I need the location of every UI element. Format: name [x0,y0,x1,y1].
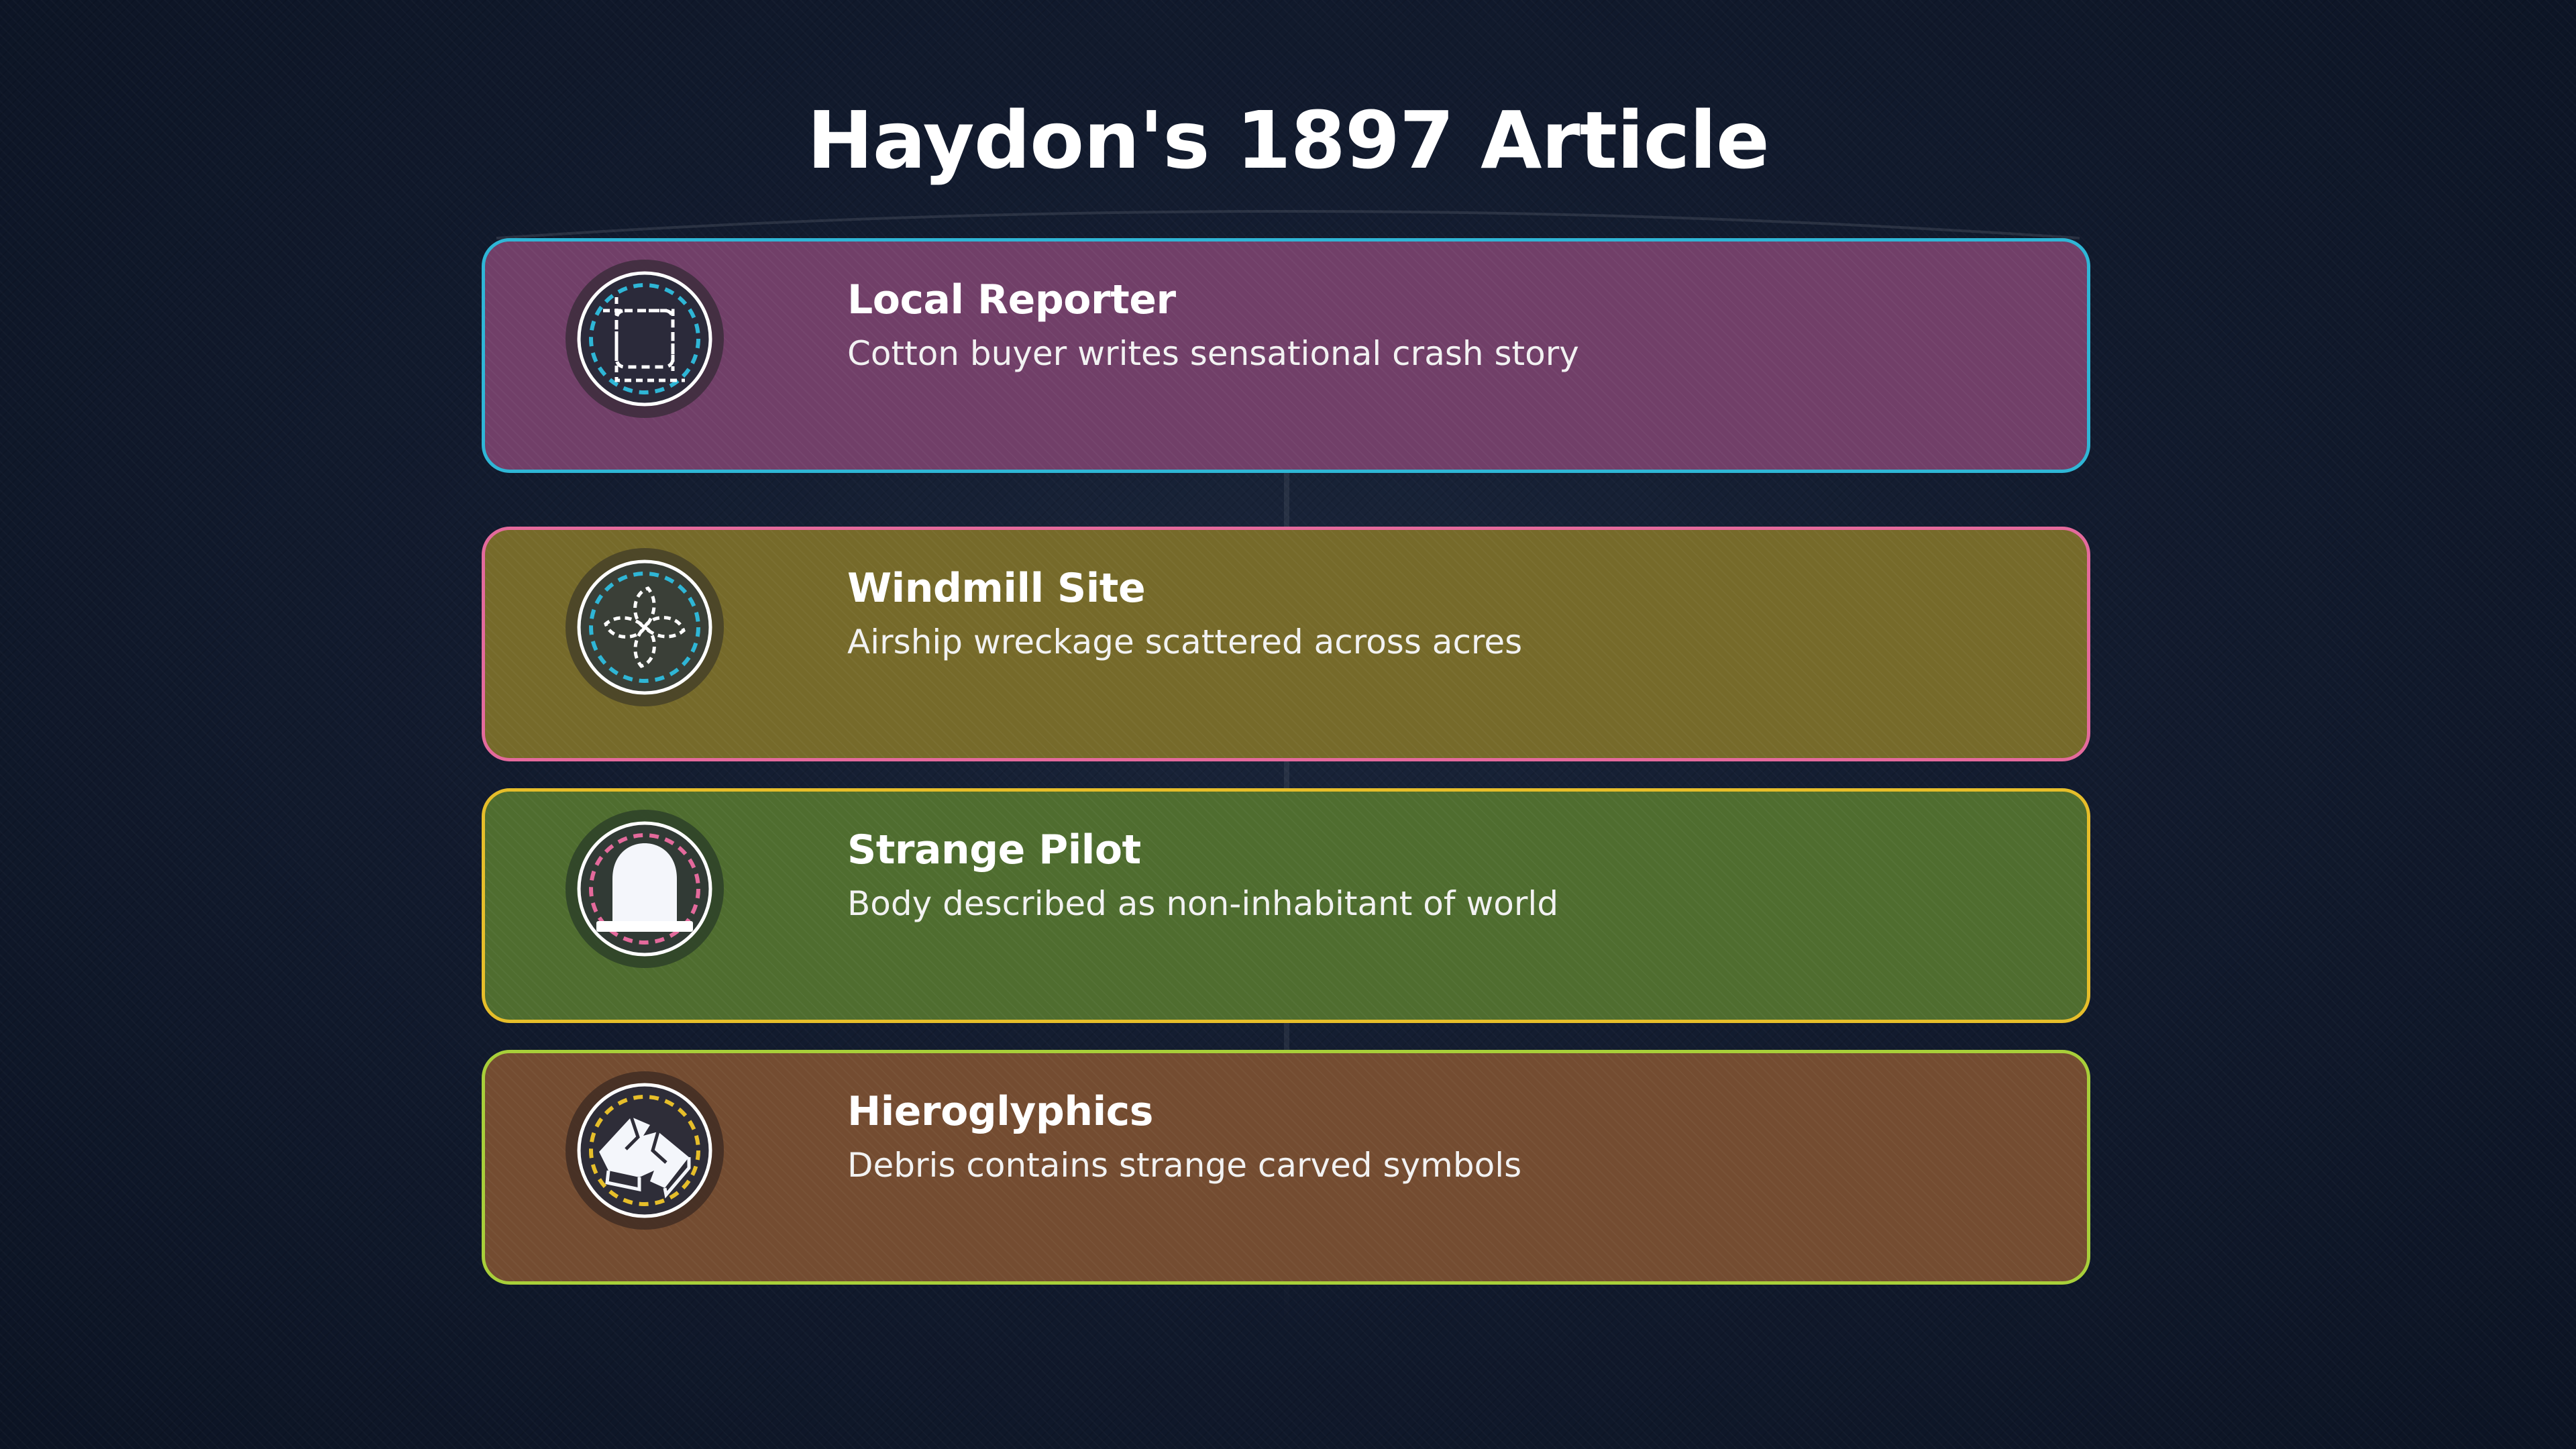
card-description: Airship wreckage scattered across acres [847,623,1523,661]
card-description: Debris contains strange carved symbols [847,1146,1522,1185]
card-heading: Local Reporter [847,276,1176,323]
card-hieroglyphics: Hieroglyphics Debris contains strange ca… [482,1050,2090,1285]
card-heading: Windmill Site [847,565,1146,612]
headstone-icon [564,808,725,969]
card-strange-pilot: Strange Pilot Body described as non-inha… [482,788,2090,1023]
page-title: Haydon's 1897 Article [807,94,1770,186]
windmill-fan-icon [564,547,725,708]
card-heading: Strange Pilot [847,826,1141,873]
card-description: Cotton buyer writes sensational crash st… [847,334,1579,373]
card-local-reporter: Local Reporter Cotton buyer writes sensa… [482,238,2090,473]
card-windmill-site: Windmill Site Airship wreckage scattered… [482,527,2090,761]
card-heading: Hieroglyphics [847,1088,1153,1135]
broken-tablet-icon [564,1070,725,1231]
card-description: Body described as non-inhabitant of worl… [847,884,1559,923]
frame-crop-icon [564,258,725,419]
